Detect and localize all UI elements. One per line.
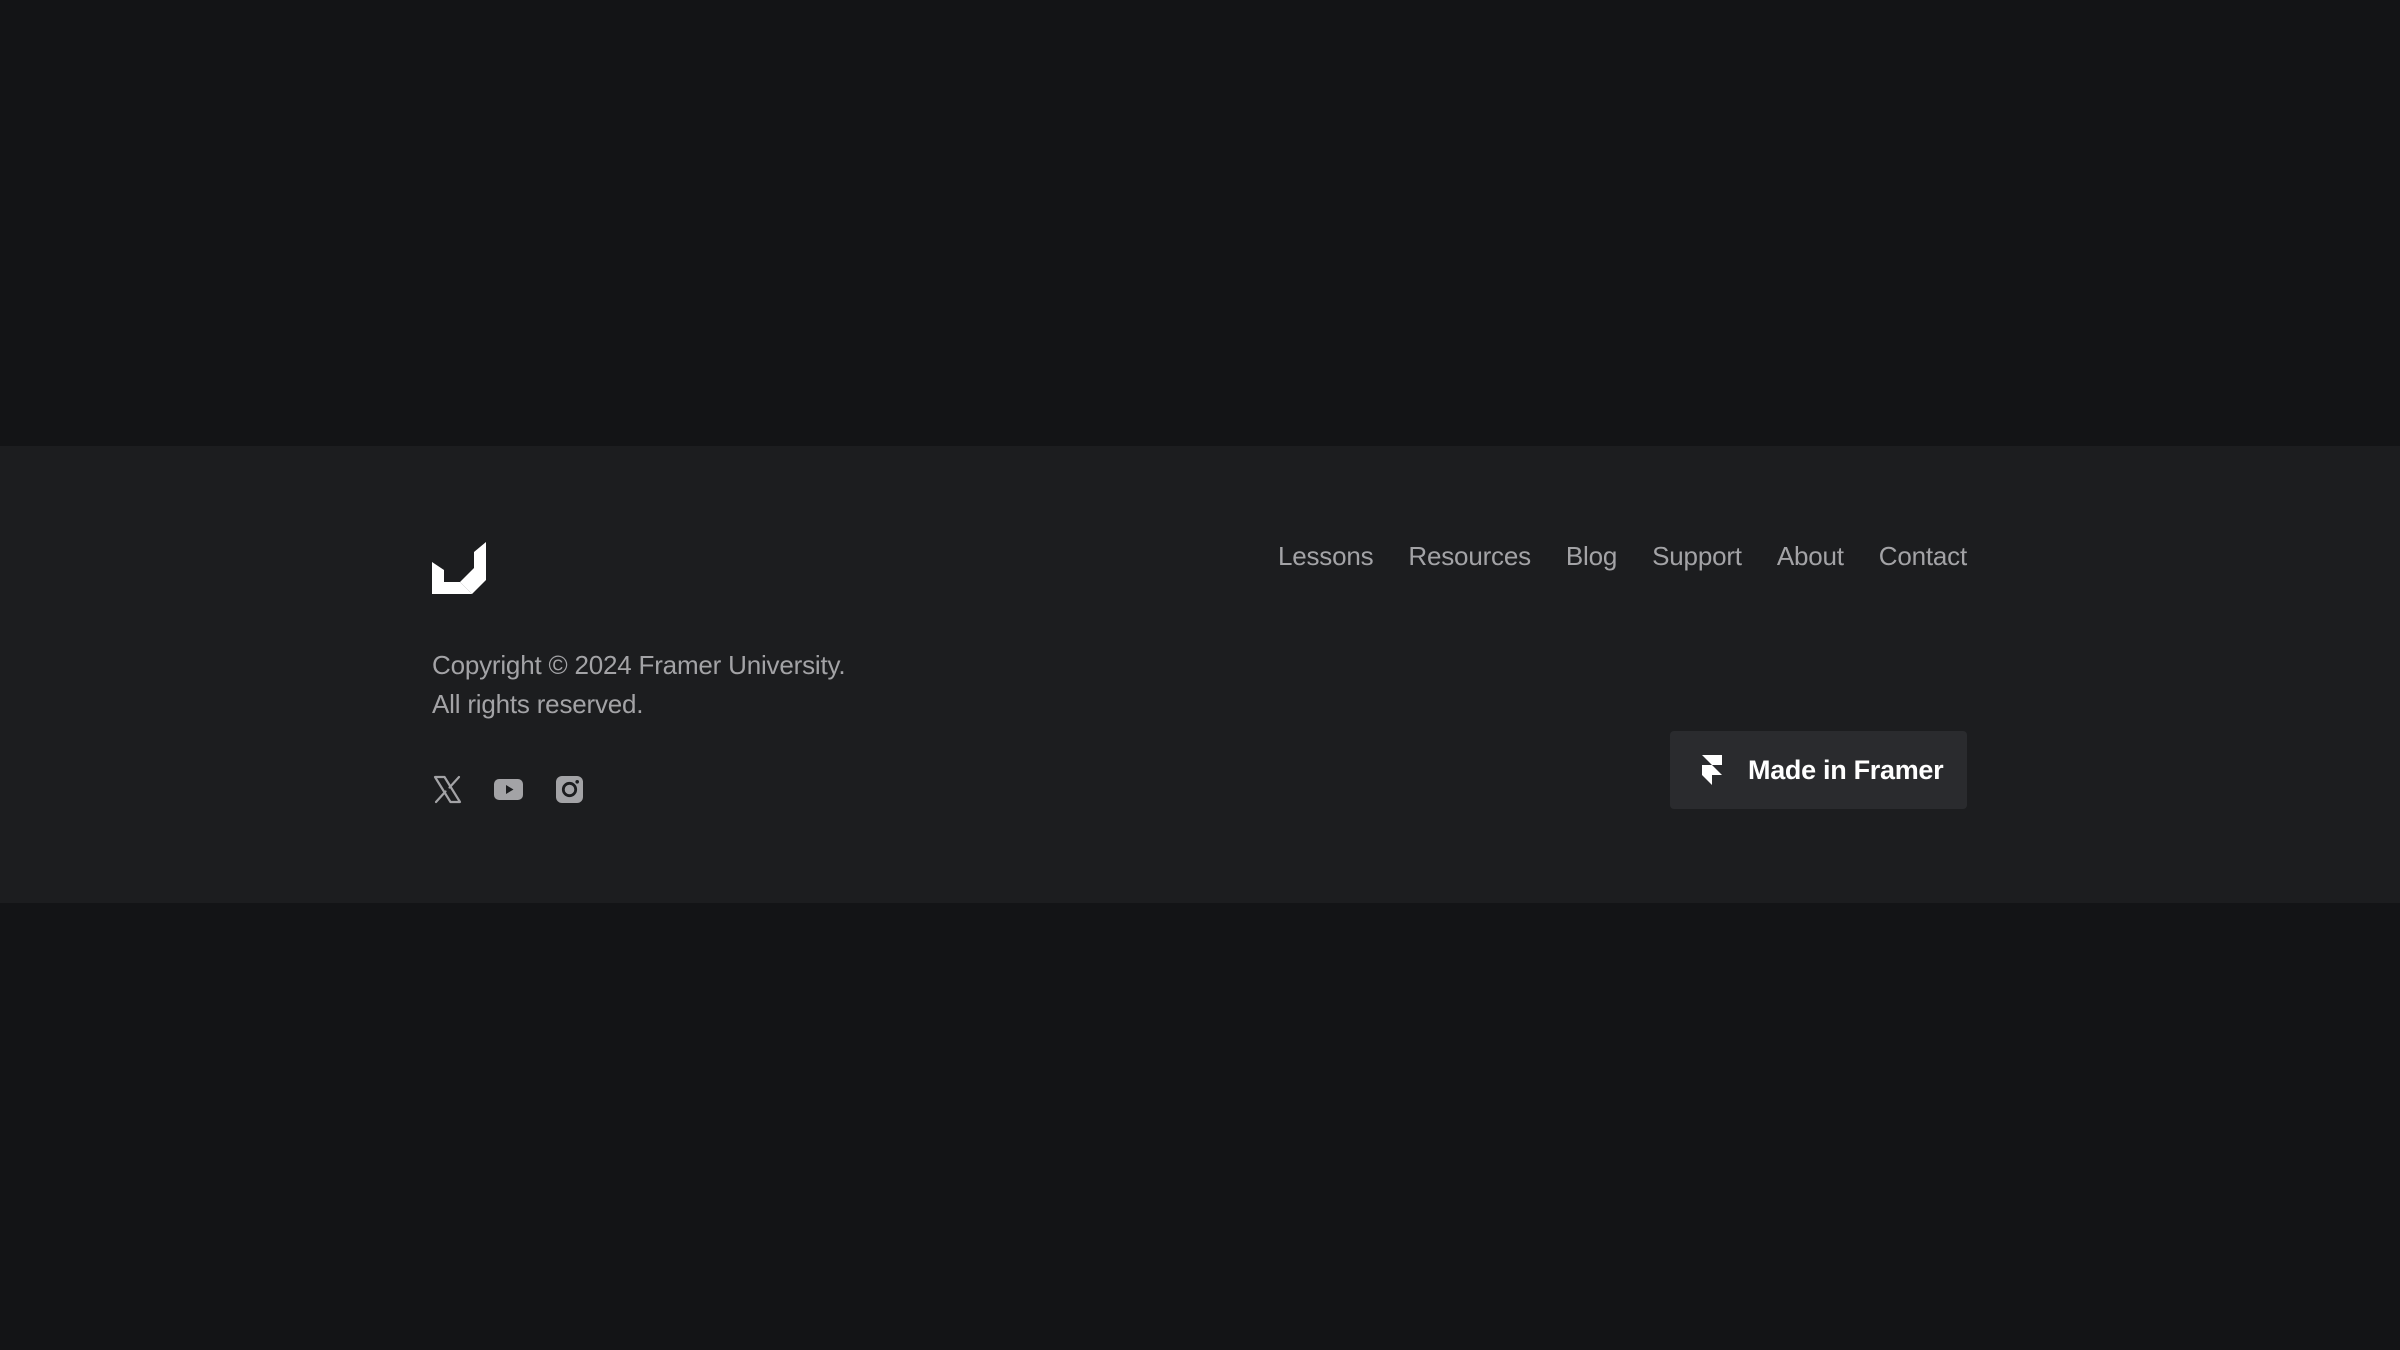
youtube-icon[interactable] (493, 774, 524, 805)
copyright-line-1: Copyright © 2024 Framer University. (432, 650, 846, 680)
nav-link-resources[interactable]: Resources (1408, 540, 1531, 572)
nav-link-support[interactable]: Support (1652, 540, 1742, 572)
site-footer: Copyright © 2024 Framer University. All … (0, 446, 2400, 903)
made-in-framer-badge[interactable]: Made in Framer (1670, 731, 1967, 809)
copyright-line-2: All rights reserved. (432, 689, 644, 719)
social-links (432, 774, 585, 805)
made-in-framer-label: Made in Framer (1748, 754, 1944, 785)
framer-icon (1702, 755, 1722, 785)
copyright-text: Copyright © 2024 Framer University. All … (432, 646, 846, 724)
nav-link-blog[interactable]: Blog (1566, 540, 1617, 572)
nav-link-contact[interactable]: Contact (1879, 540, 1967, 572)
x-twitter-icon[interactable] (432, 774, 463, 805)
nav-link-lessons[interactable]: Lessons (1278, 540, 1374, 572)
nav-link-about[interactable]: About (1777, 540, 1844, 572)
page: Copyright © 2024 Framer University. All … (0, 0, 2400, 1350)
framer-university-logo-icon[interactable] (432, 542, 486, 594)
instagram-icon[interactable] (554, 774, 585, 805)
footer-nav: Lessons Resources Blog Support About Con… (1278, 540, 1967, 572)
